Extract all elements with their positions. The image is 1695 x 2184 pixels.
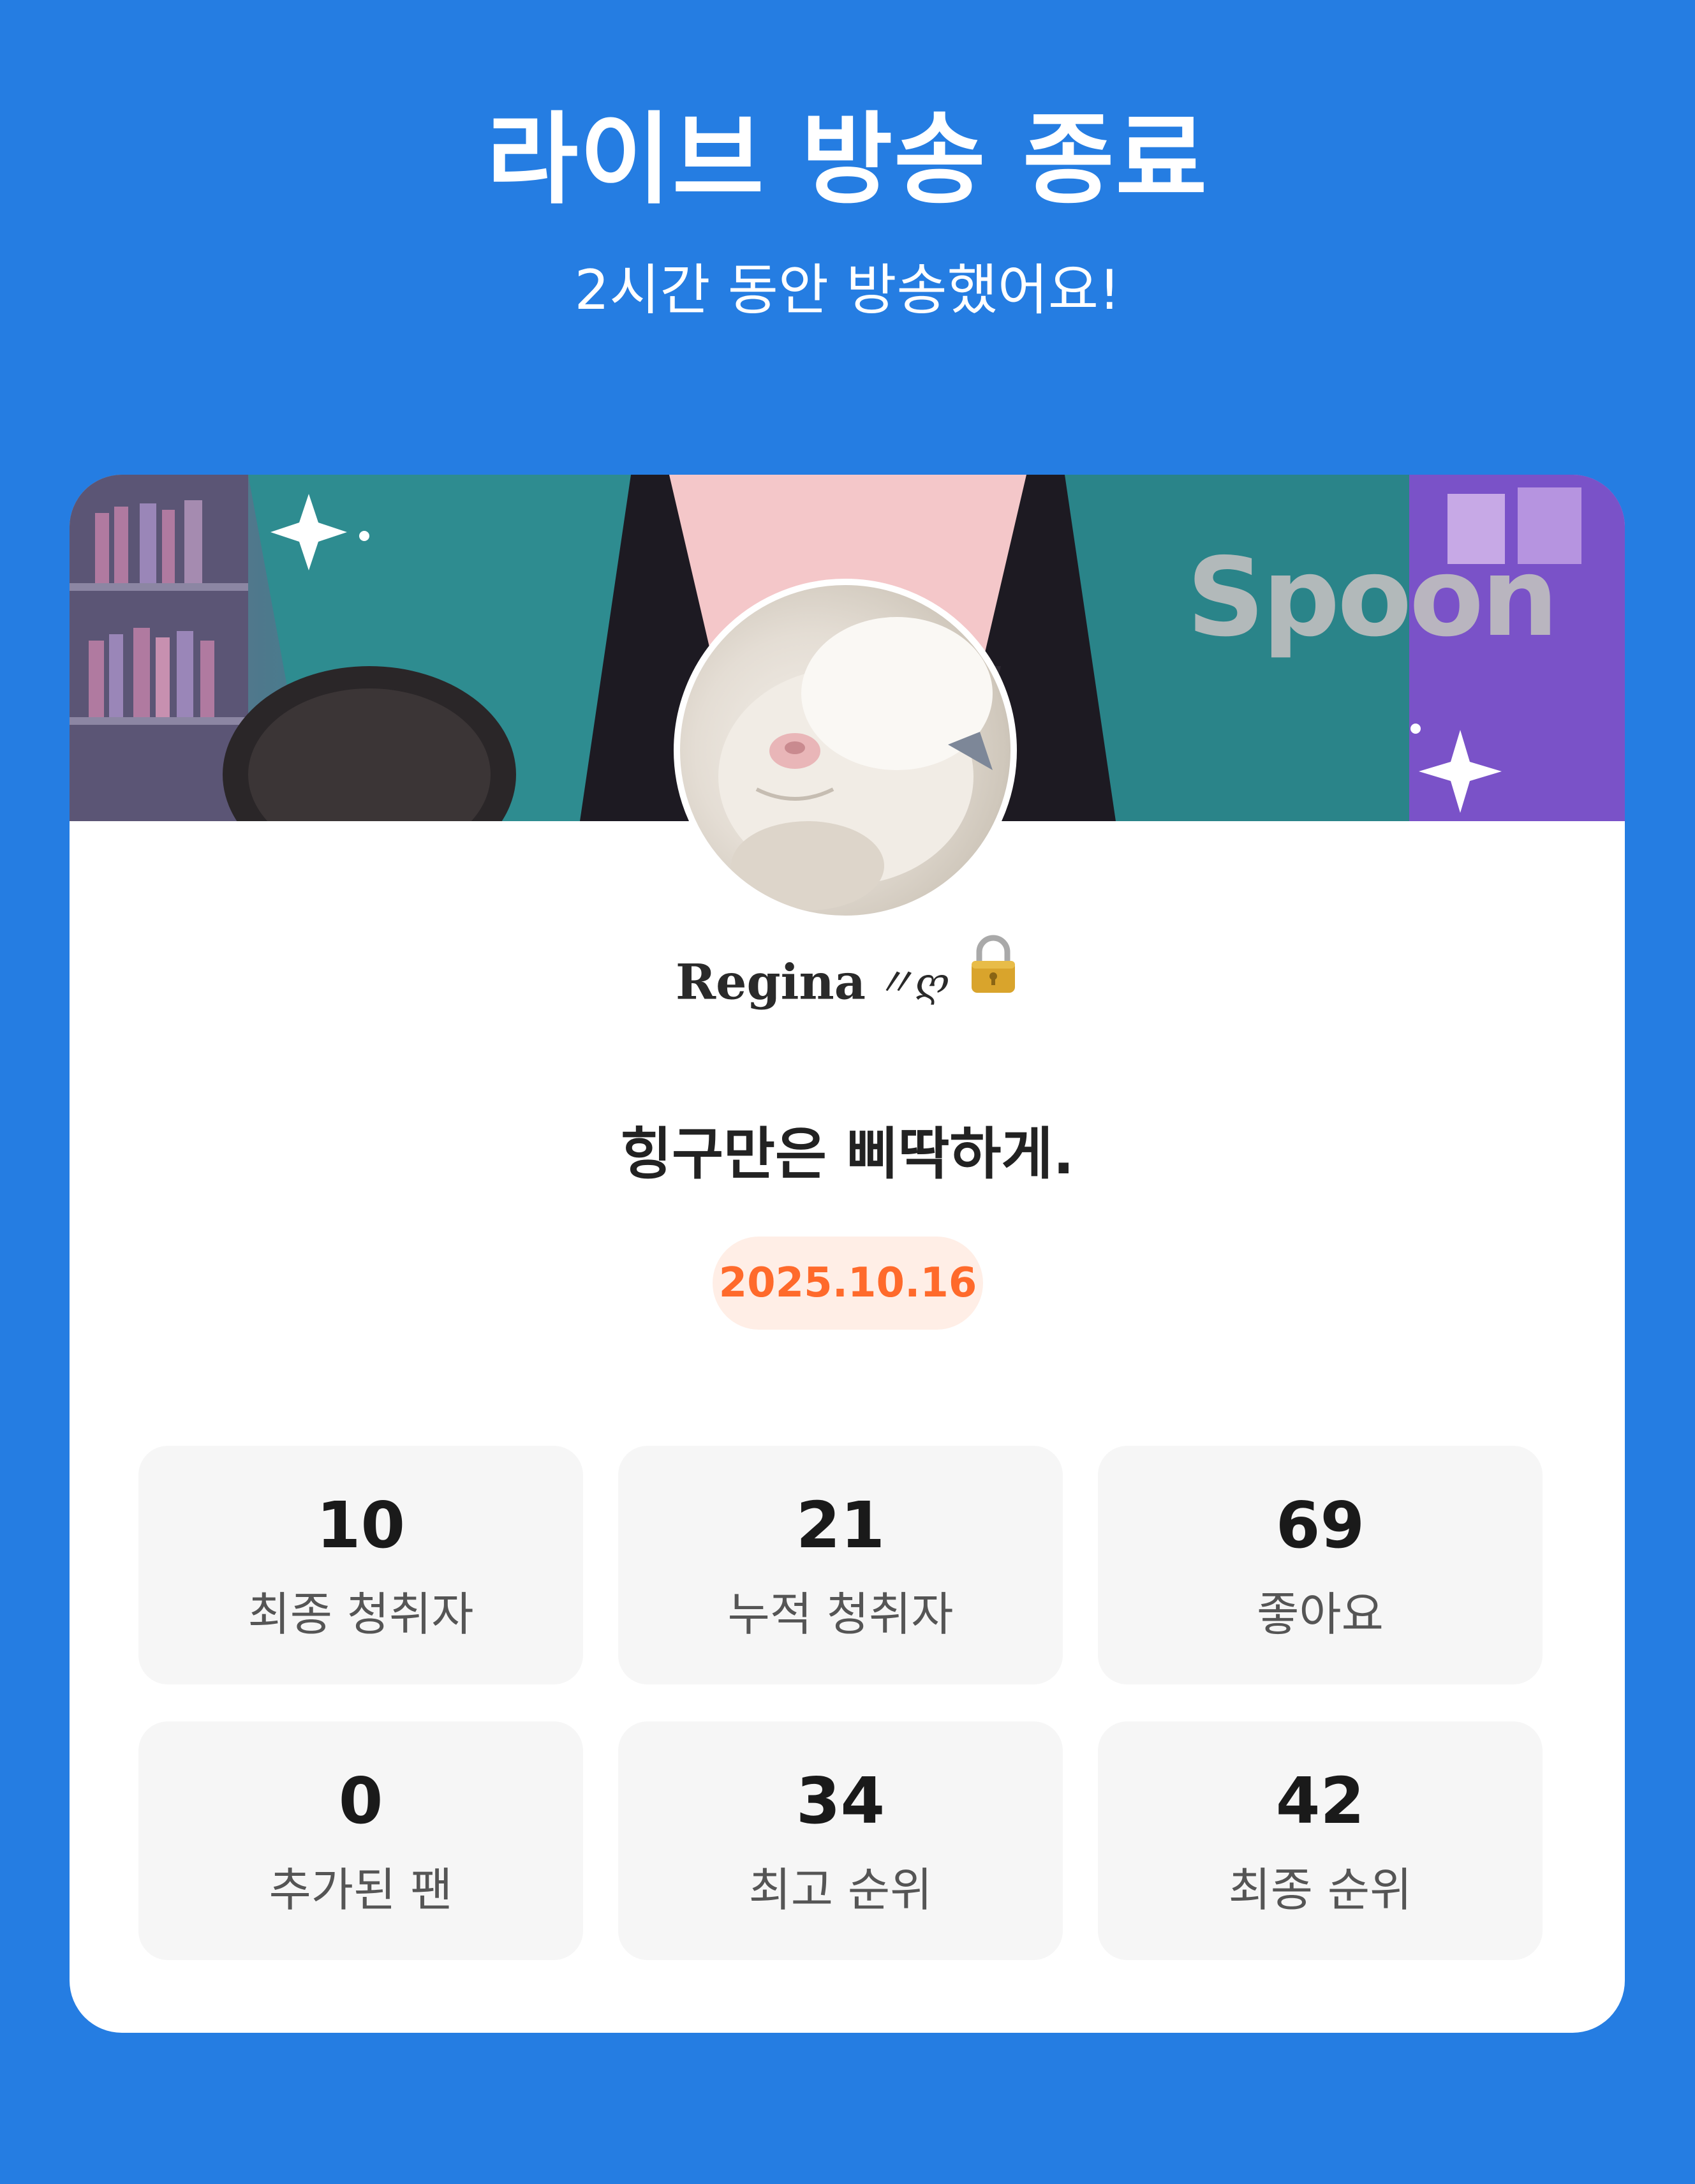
avatar[interactable] [674, 579, 1017, 922]
stat-best-rank: 34 최고 순위 [618, 1721, 1063, 1960]
stat-value: 42 [1275, 1764, 1365, 1838]
lock-icon [968, 934, 1019, 1030]
stat-likes: 69 좋아요 [1098, 1446, 1543, 1684]
stat-value: 69 [1275, 1488, 1365, 1563]
stat-final-rank: 42 최종 순위 [1098, 1721, 1543, 1960]
stat-value: 21 [796, 1488, 885, 1563]
stat-label: 최종 청취자 [248, 1587, 474, 1641]
stat-value: 0 [338, 1764, 383, 1838]
stat-label: 좋아요 [1257, 1587, 1384, 1641]
stat-value: 10 [316, 1488, 406, 1563]
stat-final-listeners: 10 최종 청취자 [138, 1446, 583, 1684]
cat-photo [718, 617, 993, 910]
stat-label: 최종 순위 [1228, 1863, 1412, 1917]
broadcast-title: 힝구만은 삐딱하게. [620, 1121, 1074, 1187]
broadcast-date-badge: 2025.10.16 [713, 1237, 983, 1330]
stat-label: 추가된 팬 [269, 1863, 453, 1917]
stat-value: 34 [796, 1764, 885, 1838]
page-subtitle: 2시간 동안 방송했어요! [574, 258, 1121, 322]
page-title: 라이브 방송 종료 [486, 101, 1209, 218]
username-row: Regina 〃ღ [70, 934, 1625, 1030]
stat-label: 최고 순위 [748, 1863, 933, 1917]
spoon-logo: Spoon [1187, 535, 1558, 661]
stat-total-listeners: 21 누적 청취자 [618, 1446, 1063, 1684]
stat-label: 누적 청취자 [727, 1587, 954, 1641]
username-decoration: 〃ღ [875, 958, 949, 1006]
broadcast-summary-card: Spoon Regina 〃ღ 힝구만은 삐딱하게. 2025.10.16 10… [70, 475, 1625, 2033]
stat-new-fans: 0 추가된 팬 [138, 1721, 583, 1960]
username[interactable]: Regina [676, 954, 866, 1011]
